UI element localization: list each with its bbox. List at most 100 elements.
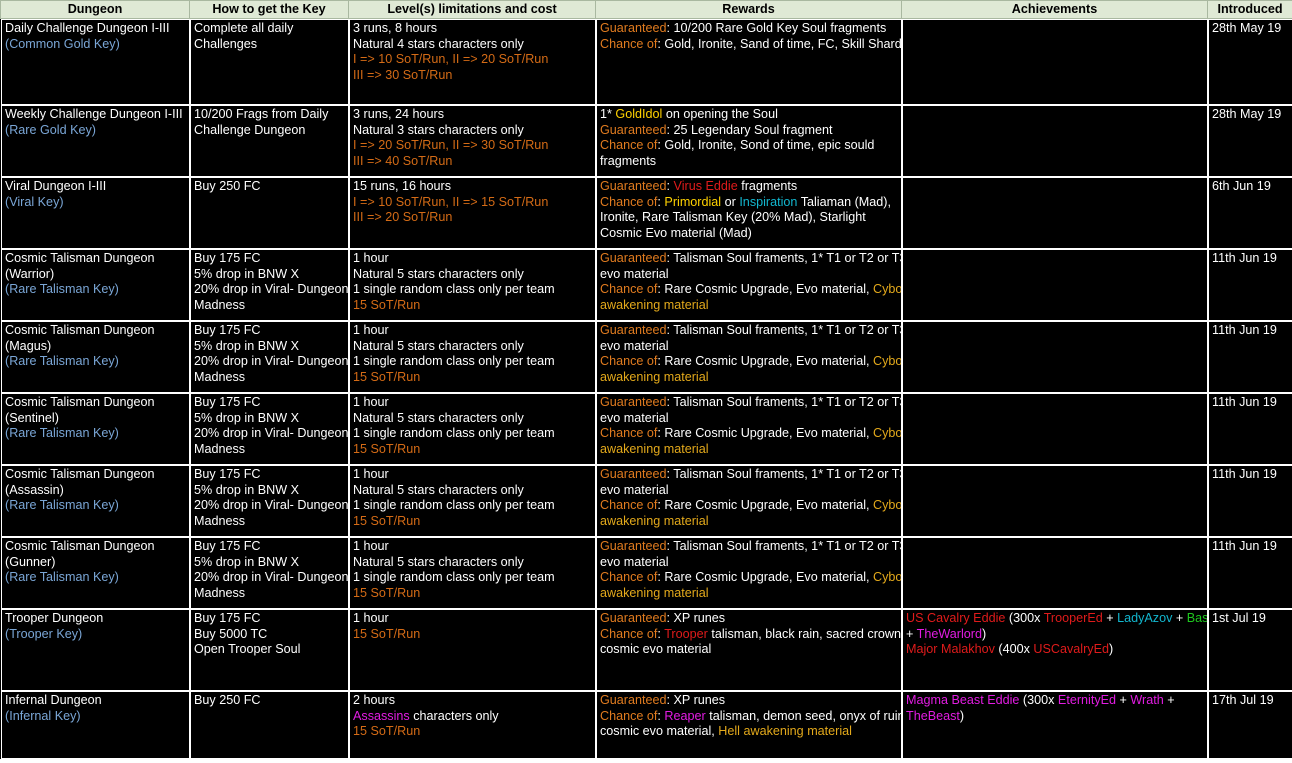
cell-level-limitations[interactable]: 3 runs, 8 hoursNatural 4 stars character… [349,19,596,105]
text-run: : Rare Cosmic Upgrade, Evo material, [657,426,873,440]
table-row[interactable]: Infernal Dungeon(Infernal Key)Buy 250 FC… [1,691,1292,759]
cell-level-limitations[interactable]: 1 hourNatural 5 stars characters only1 s… [349,249,596,321]
cell-dungeon[interactable]: Cosmic Talisman Dungeon(Gunner)(Rare Tal… [1,537,190,609]
text-line: 20% drop in Viral- Dungeon [194,282,345,298]
text-line: (Viral Key) [5,195,186,211]
cell-how-to-get-key[interactable]: Buy 175 FC5% drop in BNW X20% drop in Vi… [190,321,349,393]
cell-introduced[interactable]: 11th Jun 19 [1208,393,1292,465]
cell-how-to-get-key[interactable]: Buy 175 FC5% drop in BNW X20% drop in Vi… [190,249,349,321]
cell-how-to-get-key[interactable]: Buy 175 FC5% drop in BNW X20% drop in Vi… [190,393,349,465]
table-row[interactable]: Cosmic Talisman Dungeon(Sentinel)(Rare T… [1,393,1292,465]
table-row[interactable]: Weekly Challenge Dungeon I-III(Rare Gold… [1,105,1292,177]
cell-dungeon[interactable]: Infernal Dungeon(Infernal Key) [1,691,190,759]
cell-dungeon[interactable]: Cosmic Talisman Dungeon(Magus)(Rare Tali… [1,321,190,393]
text-line: Chance of: Rare Cosmic Upgrade, Evo mate… [600,570,898,586]
cell-how-to-get-key[interactable]: Complete all dailyChallenges [190,19,349,105]
cell-dungeon[interactable]: Cosmic Talisman Dungeon(Warrior)(Rare Ta… [1,249,190,321]
cell-introduced[interactable]: 28th May 19 [1208,105,1292,177]
cell-how-to-get-key[interactable]: Buy 250 FC [190,177,349,249]
cell-achievements[interactable] [902,537,1208,609]
cell-how-to-get-key[interactable]: Buy 250 FC [190,691,349,759]
cell-rewards[interactable]: Guaranteed: Talisman Soul framents, 1* T… [596,249,902,321]
cell-introduced[interactable]: 11th Jun 19 [1208,465,1292,537]
cell-dungeon[interactable]: Viral Dungeon I-III(Viral Key) [1,177,190,249]
cell-dungeon[interactable]: Daily Challenge Dungeon I-III(Common Gol… [1,19,190,105]
text-line: cosmic evo material, Hell awakening mate… [600,724,898,740]
cell-introduced[interactable]: 1st Jul 19 [1208,609,1292,691]
cell-introduced[interactable]: 17th Jul 19 [1208,691,1292,759]
cell-introduced[interactable]: 11th Jun 19 [1208,249,1292,321]
cell-rewards[interactable]: 1* GoldIdol on opening the SoulGuarantee… [596,105,902,177]
column-header-level-limitations[interactable]: Level(s) limitations and cost [349,1,596,19]
cell-achievements[interactable] [902,393,1208,465]
cell-level-limitations[interactable]: 1 hourNatural 5 stars characters only1 s… [349,465,596,537]
cell-level-limitations[interactable]: 3 runs, 24 hoursNatural 3 stars characte… [349,105,596,177]
table-row[interactable]: Trooper Dungeon(Trooper Key)Buy 175 FCBu… [1,609,1292,691]
text-run: Magma Beast Eddie [906,693,1019,707]
cell-rewards[interactable]: Guaranteed: XP runesChance of: Reaper ta… [596,691,902,759]
column-header-introduced[interactable]: Introduced [1208,1,1292,19]
cell-introduced[interactable]: 11th Jun 19 [1208,321,1292,393]
cell-rewards[interactable]: Guaranteed: 10/200 Rare Gold Key Soul fr… [596,19,902,105]
text-run: 5% drop in BNW X [194,267,299,281]
cell-rewards[interactable]: Guaranteed: Virus Eddie fragmentsChance … [596,177,902,249]
table-row[interactable]: Cosmic Talisman Dungeon(Gunner)(Rare Tal… [1,537,1292,609]
table-row[interactable]: Viral Dungeon I-III(Viral Key)Buy 250 FC… [1,177,1292,249]
text-line: 1 hour [353,539,592,555]
cell-rewards[interactable]: Guaranteed: Talisman Soul framents, 1* T… [596,465,902,537]
column-header-achievements[interactable]: Achievements [902,1,1208,19]
cell-dungeon[interactable]: Weekly Challenge Dungeon I-III(Rare Gold… [1,105,190,177]
cell-how-to-get-key[interactable]: Buy 175 FCBuy 5000 TCOpen Trooper Soul [190,609,349,691]
text-run: evo material [600,267,669,281]
cell-achievements[interactable]: Magma Beast Eddie (300x EternityEd + Wra… [902,691,1208,759]
text-run: Open Trooper Soul [194,642,300,656]
cell-level-limitations[interactable]: 15 runs, 16 hoursI => 10 SoT/Run, II => … [349,177,596,249]
text-run: Guaranteed [600,251,667,265]
cell-achievements[interactable] [902,105,1208,177]
column-header-how-to-get-key[interactable]: How to get the Key [190,1,349,19]
text-run: Chance of [600,37,657,51]
text-run: (Trooper Key) [5,627,82,641]
cell-dungeon[interactable]: Cosmic Talisman Dungeon(Sentinel)(Rare T… [1,393,190,465]
text-run: 5% drop in BNW X [194,555,299,569]
table-row[interactable]: Cosmic Talisman Dungeon(Warrior)(Rare Ta… [1,249,1292,321]
text-run: : Rare Cosmic Upgrade, Evo material, [657,354,873,368]
cell-introduced[interactable]: 6th Jun 19 [1208,177,1292,249]
text-run: Natural 5 stars characters only [353,267,524,281]
column-header-dungeon[interactable]: Dungeon [1,1,190,19]
cell-how-to-get-key[interactable]: Buy 175 FC5% drop in BNW X20% drop in Vi… [190,465,349,537]
cell-achievements[interactable] [902,19,1208,105]
cell-level-limitations[interactable]: 2 hoursAssassins characters only15 SoT/R… [349,691,596,759]
text-line: Magma Beast Eddie (300x EternityEd + Wra… [906,693,1204,709]
table-row[interactable]: Daily Challenge Dungeon I-III(Common Gol… [1,19,1292,105]
cell-achievements[interactable] [902,177,1208,249]
cell-rewards[interactable]: Guaranteed: XP runesChance of: Trooper t… [596,609,902,691]
cell-how-to-get-key[interactable]: 10/200 Frags from DailyChallenge Dungeon [190,105,349,177]
text-line: Guaranteed: XP runes [600,611,898,627]
text-line: Chance of: Rare Cosmic Upgrade, Evo mate… [600,426,898,442]
cell-level-limitations[interactable]: 1 hour15 SoT/Run [349,609,596,691]
cell-achievements[interactable]: US Cavalry Eddie (300x TrooperEd + LadyA… [902,609,1208,691]
table-row[interactable]: Cosmic Talisman Dungeon(Magus)(Rare Tali… [1,321,1292,393]
text-run: Chance of [600,498,657,512]
text-line: Chance of: Rare Cosmic Upgrade, Evo mate… [600,498,898,514]
cell-level-limitations[interactable]: 1 hourNatural 5 stars characters only1 s… [349,537,596,609]
cell-how-to-get-key[interactable]: Buy 175 FC5% drop in BNW X20% drop in Vi… [190,537,349,609]
cell-achievements[interactable] [902,249,1208,321]
cell-dungeon[interactable]: Cosmic Talisman Dungeon(Assassin)(Rare T… [1,465,190,537]
text-run: 6th Jun 19 [1212,179,1271,193]
cell-rewards[interactable]: Guaranteed: Talisman Soul framents, 1* T… [596,393,902,465]
cell-level-limitations[interactable]: 1 hourNatural 5 stars characters only1 s… [349,321,596,393]
text-run: 15 SoT/Run [353,724,420,738]
column-header-rewards[interactable]: Rewards [596,1,902,19]
cell-introduced[interactable]: 28th May 19 [1208,19,1292,105]
cell-introduced[interactable]: 11th Jun 19 [1208,537,1292,609]
cell-level-limitations[interactable]: 1 hourNatural 5 stars characters only1 s… [349,393,596,465]
cell-rewards[interactable]: Guaranteed: Talisman Soul framents, 1* T… [596,537,902,609]
cell-dungeon[interactable]: Trooper Dungeon(Trooper Key) [1,609,190,691]
cell-rewards[interactable]: Guaranteed: Talisman Soul framents, 1* T… [596,321,902,393]
table-row[interactable]: Cosmic Talisman Dungeon(Assassin)(Rare T… [1,465,1292,537]
cell-achievements[interactable] [902,465,1208,537]
cell-achievements[interactable] [902,321,1208,393]
sheet-bottom-strip [0,759,1292,763]
